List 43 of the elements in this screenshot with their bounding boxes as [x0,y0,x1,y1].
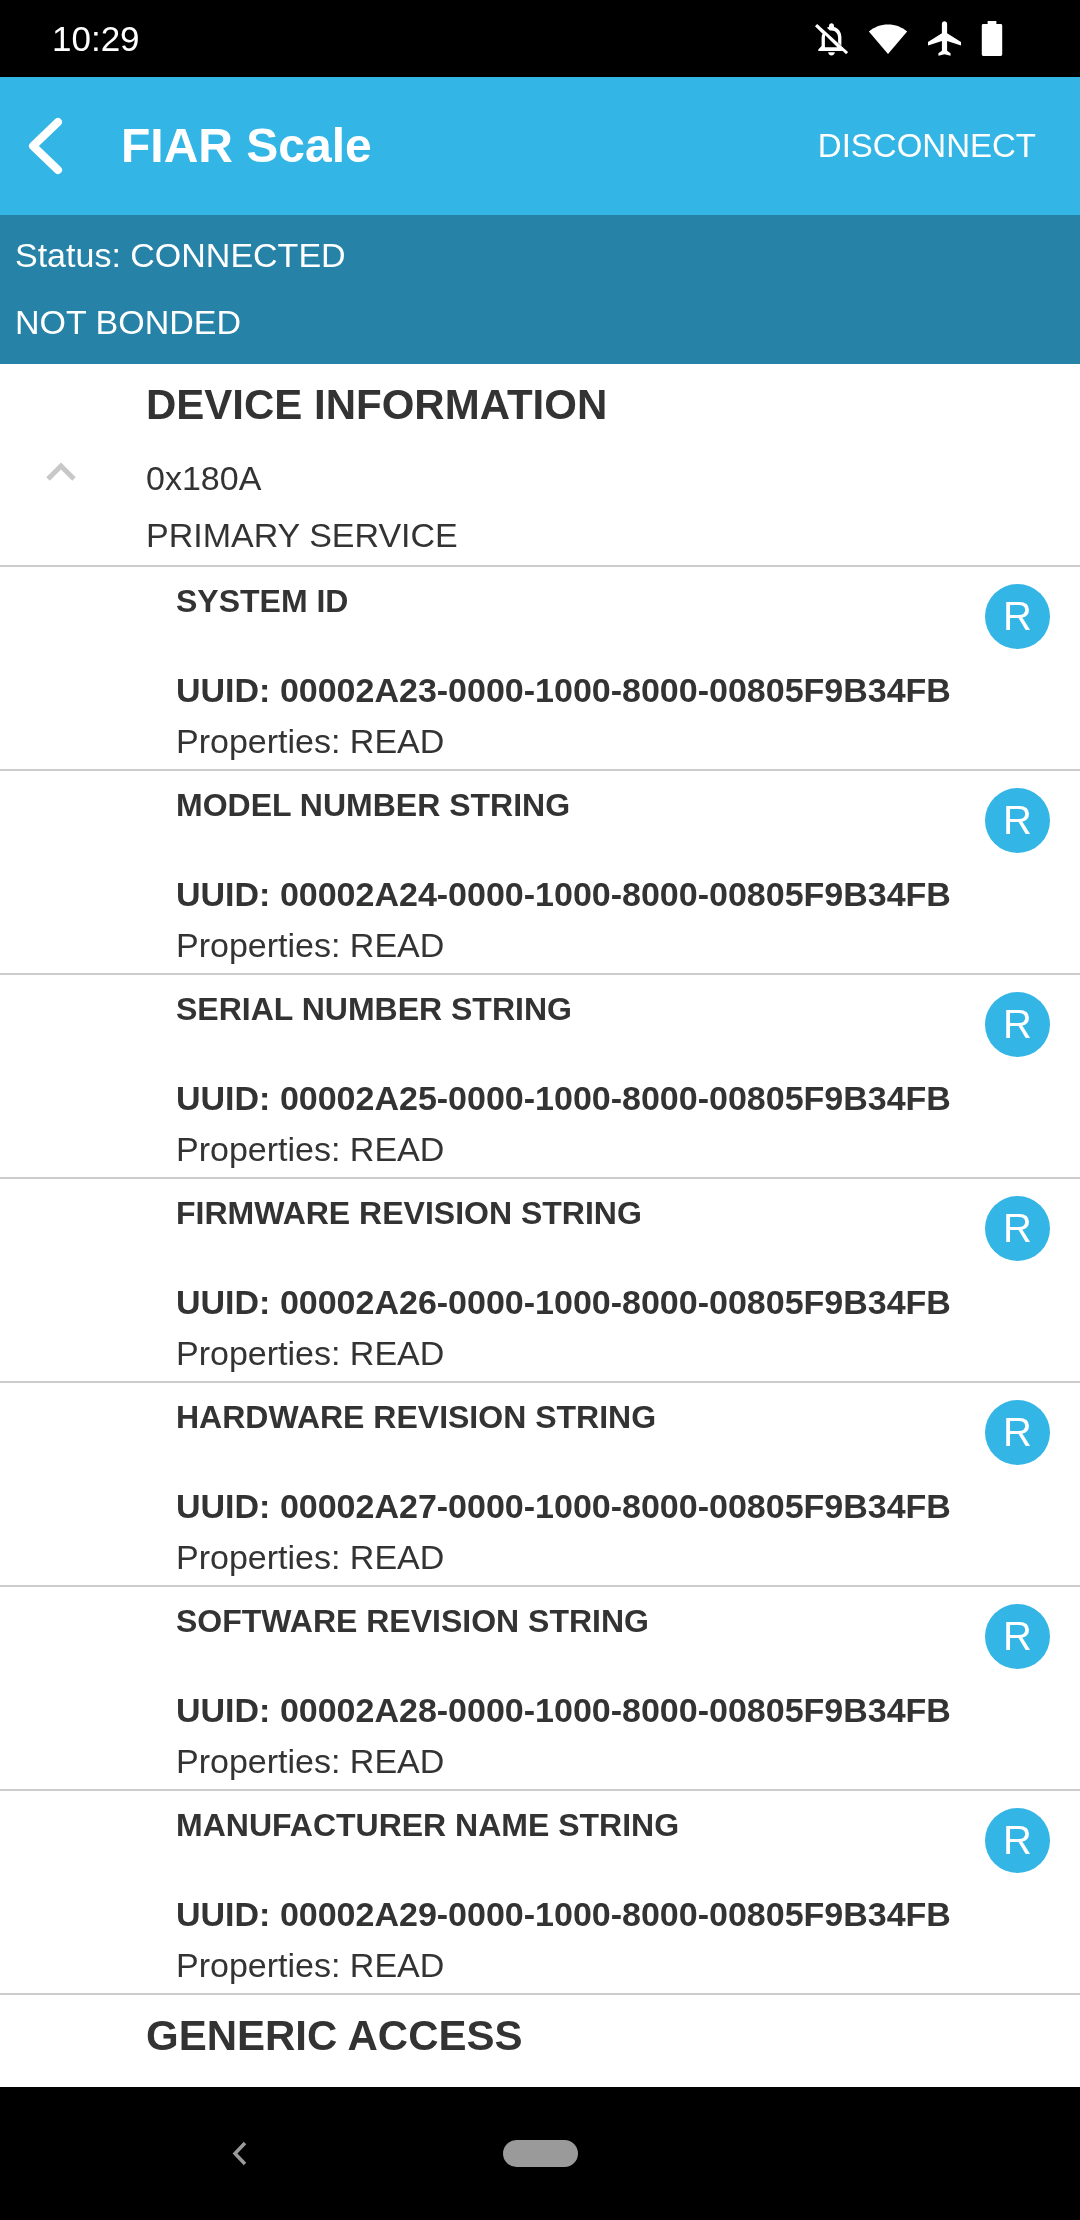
app-title: FIAR Scale [121,118,372,175]
characteristic-name: SYSTEM ID [176,582,350,621]
wifi-icon [868,23,908,54]
back-icon[interactable] [231,2140,248,2167]
bell-off-icon [815,21,848,56]
read-button[interactable]: R [985,1808,1050,1873]
characteristic-uuid: UUID: 00002A25-0000-1000-8000-00805F9B34FB [176,1078,952,1119]
service-title: GENERIC ACCESS [146,2011,524,2061]
read-button[interactable]: R [985,1400,1050,1465]
characteristic-uuid: UUID: 00002A27-0000-1000-8000-00805F9B34FB [176,1486,952,1527]
characteristic-properties: Properties: READ [176,1945,446,1986]
service-title: DEVICE INFORMATION [146,380,609,430]
characteristic-name: FIRMWARE REVISION STRING [176,1194,643,1233]
characteristic-uuid: UUID: 00002A29-0000-1000-8000-00805F9B34FB [176,1894,952,1935]
characteristic-name: MANUFACTURER NAME STRING [176,1806,681,1845]
service-type: PRIMARY SERVICE [146,515,459,556]
connection-status: Status: CONNECTED [15,235,347,276]
read-button[interactable]: R [985,788,1050,853]
characteristic-uuid: UUID: 00002A28-0000-1000-8000-00805F9B34FB [176,1690,952,1731]
characteristic-properties: Properties: READ [176,1537,446,1578]
disconnect-button[interactable]: DISCONNECT [817,116,1036,176]
characteristic-name: SOFTWARE REVISION STRING [176,1602,650,1641]
characteristic-name: HARDWARE REVISION STRING [176,1398,658,1437]
characteristic-properties: Properties: READ [176,925,446,966]
battery-icon [981,21,1003,56]
characteristic-uuid: UUID: 00002A23-0000-1000-8000-00805F9B34FB [176,670,952,711]
read-button[interactable]: R [985,992,1050,1057]
characteristic-properties: Properties: READ [176,1741,446,1782]
bond-status: NOT BONDED [15,302,243,343]
characteristic-uuid: UUID: 00002A26-0000-1000-8000-00805F9B34FB [176,1282,952,1323]
clock-time: 10:29 [52,21,140,56]
characteristic-properties: Properties: READ [176,1333,446,1374]
characteristic-name: MODEL NUMBER STRING [176,786,572,825]
characteristic-properties: Properties: READ [176,1129,446,1170]
home-button[interactable] [503,2140,578,2167]
airplane-icon [928,21,961,56]
read-button[interactable]: R [985,1604,1050,1669]
read-button[interactable]: R [985,584,1050,649]
characteristic-name: SERIAL NUMBER STRING [176,990,573,1029]
read-button[interactable]: R [985,1196,1050,1261]
service-uuid: 0x180A [146,458,263,499]
characteristic-uuid: UUID: 00002A24-0000-1000-8000-00805F9B34FB [176,874,952,915]
characteristic-properties: Properties: READ [176,721,446,762]
